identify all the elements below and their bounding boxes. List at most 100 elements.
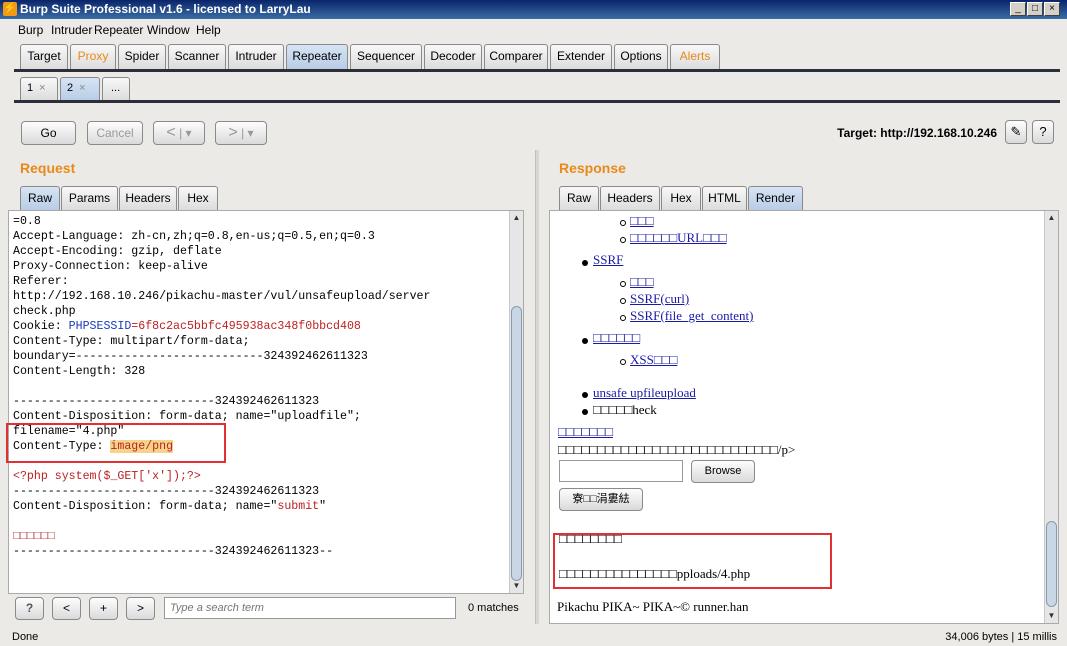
tab-target[interactable]: Target [20,44,68,69]
request-tab-params[interactable]: Params [61,186,118,210]
close-button[interactable]: × [1044,2,1060,16]
disposition-value: submit [277,500,320,513]
bullet-icon [620,359,626,365]
request-line: Accept-Encoding: gzip, deflate [13,245,222,258]
tab-proxy[interactable]: Proxy [70,44,116,69]
tab-alerts[interactable]: Alerts [670,44,720,69]
nav-link-ssrf-file[interactable]: SSRF(file_get_content) [630,308,754,324]
response-tab-headers[interactable]: Headers [600,186,660,210]
request-line: check.php [13,305,76,318]
forward-icon: > [228,124,238,141]
bullet-icon [582,409,588,415]
request-editor[interactable]: =0.8 Accept-Language: zh-cn,zh;q=0.8,en-… [8,210,524,594]
tab-comparer[interactable]: Comparer [484,44,548,69]
scroll-down-icon[interactable]: ▼ [1045,609,1058,622]
bullet-icon [620,281,626,287]
menu-intruder[interactable]: Intruder [51,23,92,37]
nav-link-ssrf-curl[interactable]: SSRF(curl) [630,291,689,307]
response-tab-raw[interactable]: Raw [559,186,599,210]
request-tab-raw[interactable]: Raw [20,186,60,210]
burp-icon: ⚡ [3,2,17,16]
disposition-label: Content-Disposition: form-data; name=" [13,500,278,513]
cookie-name: PHPSESSID [68,320,132,333]
target-label: Target: http://192.168.10.246 [837,126,997,140]
response-tab-render[interactable]: Render [748,186,803,210]
response-tab-hex[interactable]: Hex [661,186,701,210]
panel-splitter[interactable] [535,150,539,624]
pencil-icon[interactable]: ✎ [1005,120,1027,144]
match-count: 0 matches [468,602,519,614]
forward-button[interactable]: > | ▾ [215,121,267,145]
subtab-label: 1 [27,82,34,94]
tab-sequencer[interactable]: Sequencer [350,44,422,69]
cookie-label: Cookie: [13,320,69,333]
scroll-thumb[interactable] [511,306,522,581]
tab-repeater[interactable]: Repeater [286,44,348,69]
request-line: Content-Disposition: form-data; name="up… [13,410,361,423]
file-path-input[interactable] [559,460,683,482]
nav-link[interactable]: □□□□□□URL□□□ [630,230,727,246]
request-tab-headers[interactable]: Headers [119,186,177,210]
bullet-icon [582,260,588,266]
request-scrollbar[interactable]: ▲ ▼ [509,211,523,593]
page-description: □□□□□□□□□□□□□□□□□□□□□□□□□□□□/p> [558,442,796,457]
search-help-button[interactable]: ? [15,597,44,620]
menu-bar: Burp Intruder Repeater Window Help [0,19,1067,41]
highlight-box [553,533,832,589]
nav-link[interactable]: □□□ [630,213,654,229]
close-tab-icon[interactable]: × [39,82,45,94]
tab-options[interactable]: Options [614,44,668,69]
request-title: Request [20,160,76,176]
nav-link-ssrf[interactable]: SSRF [593,252,623,268]
go-button[interactable]: Go [21,121,76,145]
maximize-button[interactable]: □ [1027,2,1043,16]
nav-link-xss[interactable]: XSS□□□ [630,352,677,368]
upload-submit-button[interactable]: 寮□□涓婁紶 [559,488,643,511]
request-line: boundary=---------------------------3243… [13,350,368,363]
search-input[interactable] [164,597,456,619]
cancel-button[interactable]: Cancel [87,121,143,145]
highlight-box [6,423,226,463]
minimize-button[interactable]: _ [1010,2,1026,16]
page-heading[interactable]: □□□□□□□ [558,424,613,440]
window-title: Burp Suite Professional v1.6 - licensed … [20,2,311,16]
status-bar: Done 34,006 bytes | 15 millis [0,628,1067,646]
subtab-2[interactable]: 2 × [60,77,100,100]
tab-extender[interactable]: Extender [550,44,612,69]
scroll-up-icon[interactable]: ▲ [510,211,523,224]
menu-help[interactable]: Help [196,23,221,37]
request-tab-hex[interactable]: Hex [178,186,218,210]
menu-window[interactable]: Window [147,23,190,37]
search-next-button[interactable]: > [126,597,155,620]
search-prev-button[interactable]: < [52,597,81,620]
bullet-icon [620,298,626,304]
tab-spider[interactable]: Spider [118,44,166,69]
nav-link[interactable]: □□□ [630,274,654,290]
browse-button[interactable]: Browse [691,460,755,483]
request-line: Content-Type: multipart/form-data; [13,335,250,348]
scroll-down-icon[interactable]: ▼ [510,579,523,592]
help-icon[interactable]: ? [1032,120,1054,144]
request-line: -----------------------------32439246261… [13,485,320,498]
search-add-button[interactable]: + [89,597,118,620]
window-title-bar[interactable]: ⚡ Burp Suite Professional v1.6 - license… [0,0,1067,19]
status-text: Done [12,631,39,643]
response-tab-html[interactable]: HTML [702,186,747,210]
tab-decoder[interactable]: Decoder [424,44,482,69]
chevron-down-icon: ▾ [185,126,192,140]
subtab-new[interactable]: ... [102,77,130,100]
scroll-up-icon[interactable]: ▲ [1045,211,1058,224]
menu-repeater[interactable]: Repeater [94,23,143,37]
tab-scanner[interactable]: Scanner [168,44,226,69]
nav-link[interactable]: □□□□□□ [593,330,640,346]
subtab-1[interactable]: 1 × [20,77,58,100]
response-scrollbar[interactable]: ▲ ▼ [1044,211,1058,623]
close-tab-icon[interactable]: × [79,82,85,94]
nav-link-unsafe-upload[interactable]: unsafe upfileupload [593,385,696,401]
menu-burp[interactable]: Burp [18,23,43,37]
tab-intruder[interactable]: Intruder [228,44,284,69]
back-button[interactable]: < | ▾ [153,121,205,145]
scroll-thumb[interactable] [1046,521,1057,607]
request-line: Proxy-Connection: keep-alive [13,260,208,273]
request-line: Accept-Language: zh-cn,zh;q=0.8,en-us;q=… [13,230,375,243]
